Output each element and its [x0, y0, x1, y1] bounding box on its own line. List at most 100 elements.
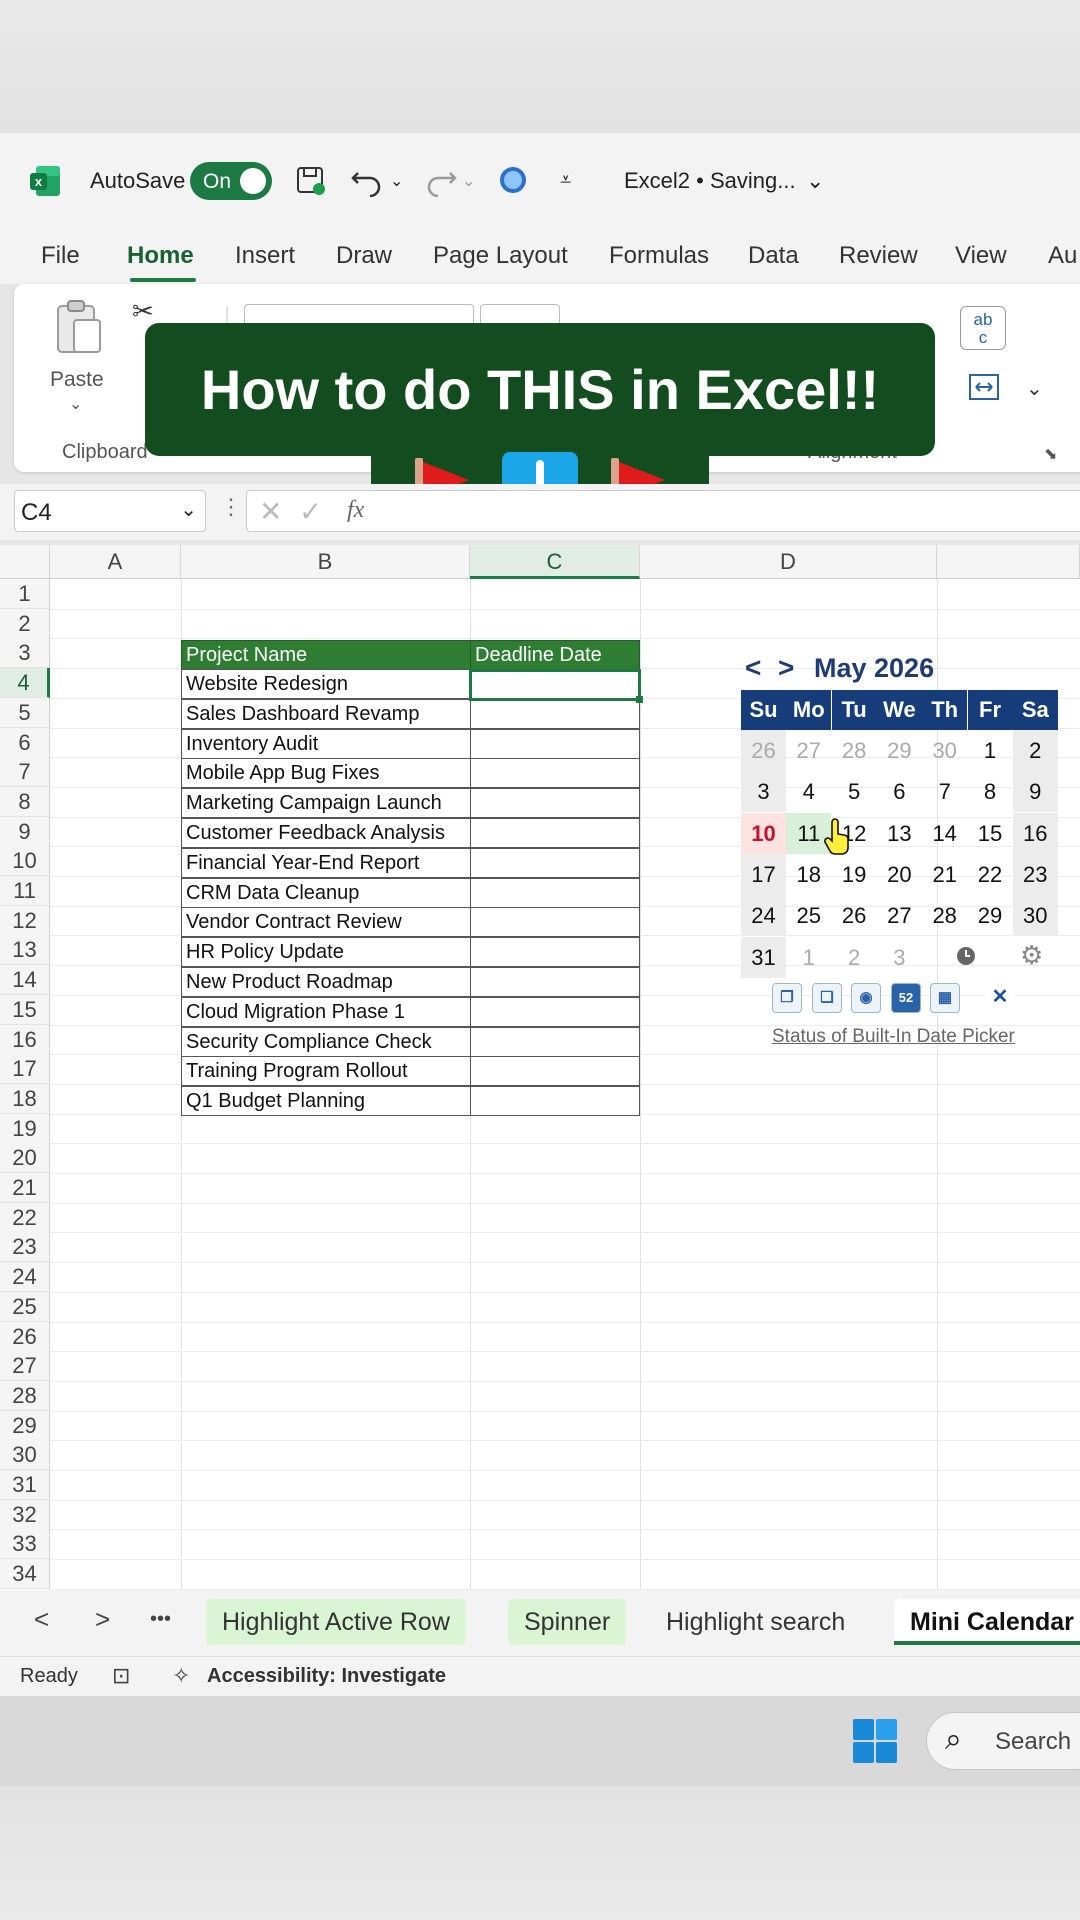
calendar-day[interactable]: 2	[1012, 730, 1058, 771]
calendar-day[interactable]: 17	[741, 853, 786, 895]
date-picker-status-link[interactable]: Status of Built-In Date Picker	[772, 1026, 1015, 1048]
deadline-date-cell[interactable]	[470, 996, 640, 1027]
save-icon[interactable]	[295, 165, 327, 197]
prev-sheet-icon[interactable]: <	[34, 1604, 49, 1635]
enter-check-icon[interactable]: ✓	[299, 495, 322, 528]
calendar-day[interactable]: 22	[968, 854, 1013, 895]
project-name-cell[interactable]: Sales Dashboard Revamp	[181, 698, 471, 729]
row-header[interactable]: 26	[0, 1321, 50, 1352]
tab-draw[interactable]: Draw	[336, 242, 392, 270]
deadline-date-header[interactable]: Deadline Date	[470, 640, 640, 670]
taskbar-search[interactable]: ⌕ Search	[926, 1712, 1080, 1770]
calendar-day[interactable]: 1	[968, 730, 1013, 771]
row-header[interactable]: 18	[0, 1083, 50, 1114]
project-name-cell[interactable]: Q1 Budget Planning	[181, 1086, 471, 1117]
tab-insert[interactable]: Insert	[235, 242, 295, 270]
name-box-chevron-icon[interactable]: ⌄	[180, 497, 197, 522]
project-name-cell[interactable]: New Product Roadmap	[181, 967, 471, 997]
undo-dropdown-icon[interactable]: ⌄	[390, 133, 403, 228]
deadline-date-cell[interactable]	[470, 788, 640, 819]
row-header[interactable]: 2	[0, 608, 50, 639]
clock-icon[interactable]	[955, 945, 977, 967]
row-header[interactable]: 23	[0, 1232, 50, 1263]
sheet-tab-mini-calendar[interactable]: Mini Calendar	[894, 1599, 1080, 1645]
calendar-day[interactable]: 4	[786, 771, 831, 812]
calendar-day[interactable]: 9	[1012, 771, 1058, 813]
sheet-tab-highlight-active-row[interactable]: Highlight Active Row	[206, 1599, 466, 1645]
row-header[interactable]: 16	[0, 1024, 50, 1055]
accessibility-status[interactable]: Accessibility: Investigate	[207, 1665, 446, 1688]
windows-start-icon[interactable]	[852, 1718, 898, 1764]
globe-icon[interactable]: ◉	[851, 983, 881, 1013]
tab-home[interactable]: Home	[127, 242, 194, 270]
settings-gear-icon[interactable]: ⚙	[1020, 940, 1043, 971]
redo-icon[interactable]	[422, 163, 458, 197]
tab-review[interactable]: Review	[839, 242, 918, 270]
project-name-cell[interactable]: CRM Data Cleanup	[181, 877, 471, 908]
calendar-day[interactable]: 15	[968, 813, 1013, 854]
row-header[interactable]: 4	[0, 668, 50, 699]
undo-icon[interactable]	[350, 163, 386, 197]
paste-dropdown-icon[interactable]: ⌄	[69, 394, 82, 414]
deadline-date-cell[interactable]	[470, 728, 640, 759]
row-header[interactable]: 25	[0, 1291, 50, 1322]
file-title[interactable]: Excel2 • Saving...	[624, 133, 796, 228]
calendar-day[interactable]: 16	[1012, 812, 1058, 854]
calendar-day[interactable]: 26	[832, 895, 877, 936]
formula-bar-handle-icon[interactable]: ⋮	[220, 494, 242, 520]
column-header-c[interactable]: C	[470, 545, 640, 579]
fx-icon[interactable]: fx	[347, 497, 364, 524]
deadline-date-cell[interactable]	[470, 907, 640, 938]
calendar-day[interactable]: 30	[922, 730, 967, 771]
calendar-day[interactable]: 10	[741, 812, 786, 854]
alignment-dialog-launcher-icon[interactable]: ⬊	[1044, 444, 1057, 464]
cancel-x-icon[interactable]: ✕	[259, 495, 282, 528]
calendar-day[interactable]: 29	[968, 895, 1013, 936]
title-chevron-down-icon[interactable]: ⌄	[806, 133, 824, 228]
project-name-cell[interactable]: Customer Feedback Analysis	[181, 818, 471, 848]
project-name-cell[interactable]: Training Program Rollout	[181, 1056, 471, 1087]
project-name-cell[interactable]: Website Redesign	[181, 669, 471, 699]
calendar-day[interactable]: 1	[786, 937, 831, 978]
sheet-tab-highlight-search[interactable]: Highlight search	[650, 1599, 861, 1645]
calendar-grid-icon[interactable]: ▦	[930, 983, 960, 1013]
calendar-day[interactable]: 5	[832, 771, 877, 812]
row-header[interactable]: 33	[0, 1529, 50, 1560]
calendar-day[interactable]: 18	[786, 854, 831, 895]
row-header[interactable]: 5	[0, 697, 50, 728]
calendar-day[interactable]: 27	[877, 895, 922, 936]
column-header-d[interactable]: D	[640, 545, 937, 579]
paste-icon[interactable]	[52, 298, 106, 358]
deadline-date-cell[interactable]	[470, 967, 640, 997]
calendar-day[interactable]: 25	[786, 895, 831, 936]
copilot-circle-icon[interactable]	[498, 165, 528, 195]
project-name-cell[interactable]: Cloud Migration Phase 1	[181, 996, 471, 1027]
tab-data[interactable]: Data	[748, 242, 799, 270]
tab-view[interactable]: View	[955, 242, 1007, 270]
row-header[interactable]: 15	[0, 994, 50, 1025]
row-header[interactable]: 10	[0, 846, 50, 877]
row-header[interactable]: 12	[0, 905, 50, 936]
calendar-day[interactable]: 20	[877, 854, 922, 895]
prev-month-button[interactable]: <	[745, 652, 761, 684]
calendar-day[interactable]: 31	[741, 936, 786, 978]
row-header[interactable]: 9	[0, 816, 50, 847]
calendar-day[interactable]: 26	[741, 730, 786, 771]
project-name-cell[interactable]: Mobile App Bug Fixes	[181, 758, 471, 789]
calendar-day[interactable]: 13	[877, 813, 922, 854]
macro-recording-icon[interactable]: ⊡	[112, 1663, 130, 1689]
row-header[interactable]: 31	[0, 1470, 50, 1500]
row-header[interactable]: 34	[0, 1559, 50, 1590]
deadline-date-cell[interactable]	[470, 877, 640, 908]
deadline-date-cell[interactable]	[470, 818, 640, 848]
calendar-day[interactable]: 24	[741, 895, 786, 937]
restore-window-alt-icon[interactable]: ❏	[812, 983, 842, 1013]
next-month-button[interactable]: >	[778, 652, 794, 684]
calendar-day[interactable]: 6	[877, 771, 922, 812]
row-header[interactable]: 24	[0, 1262, 50, 1293]
calendar-day[interactable]: 8	[968, 771, 1013, 812]
paste-label[interactable]: Paste	[50, 368, 104, 392]
calendar-day[interactable]: 28	[922, 895, 967, 936]
calendar-day[interactable]: 3	[877, 937, 922, 978]
project-name-cell[interactable]: Security Compliance Check	[181, 1026, 471, 1057]
